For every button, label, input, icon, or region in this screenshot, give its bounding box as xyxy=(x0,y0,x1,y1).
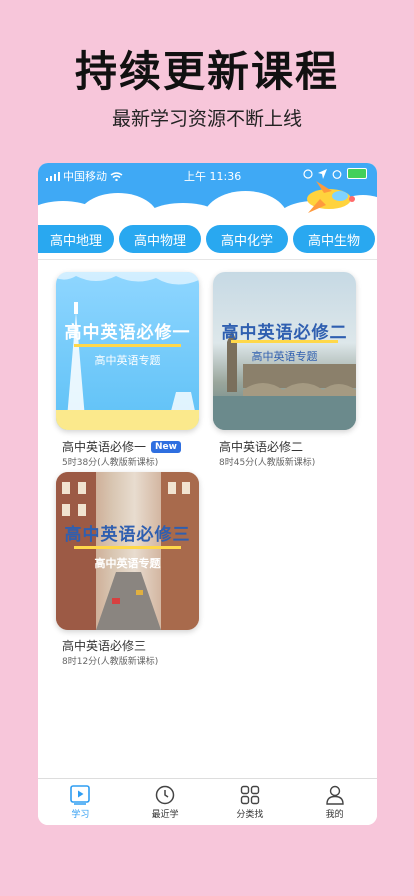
nav-study[interactable]: 学习 xyxy=(38,779,123,825)
bottom-nav: 学习 最近学 分类找 我的 xyxy=(38,778,377,825)
clock-icon xyxy=(155,785,175,805)
cover-title-3: 高中英语必修三 xyxy=(64,525,191,545)
tab-geography[interactable]: 高中地理 xyxy=(38,225,114,253)
person-icon xyxy=(325,785,344,805)
carrier-name: 中国移动 xyxy=(63,170,107,183)
nav-recent-label: 最近学 xyxy=(151,810,179,820)
course-card-3[interactable]: 高中英语必修三 高中英语专题 xyxy=(56,472,201,630)
course-title-3: 高中英语必修三 xyxy=(62,639,147,653)
tab-chemistry[interactable]: 高中化学 xyxy=(206,225,288,253)
course-title-text-1: 高中英语必修一 xyxy=(62,440,147,454)
tab-biology[interactable]: 高中生物 xyxy=(293,225,375,253)
new-badge: New xyxy=(151,440,181,453)
cover-underline-3 xyxy=(74,546,181,549)
tab-physics[interactable]: 高中物理 xyxy=(119,225,201,253)
eiffel-tower-illustration xyxy=(56,272,199,430)
nav-profile-label: 我的 xyxy=(325,810,344,820)
promo-subline: 最新学习资源不断上线 xyxy=(111,108,302,130)
course-cover-1[interactable]: 高中英语必修一 高中英语专题 xyxy=(56,272,199,430)
nav-profile[interactable]: 我的 xyxy=(292,779,377,825)
wifi-icon xyxy=(110,171,123,181)
signal-icon xyxy=(46,171,60,181)
course-meta-1: 5时38分(人教版新课标) xyxy=(62,458,159,468)
course-title-1: 高中英语必修一 New xyxy=(62,438,181,455)
phone-screen: 中国移动 上午 11:36 高中地理 高中物理 高中化学 高中生物 高中英语必修… xyxy=(38,163,377,825)
status-time: 上午 11:36 xyxy=(184,170,242,183)
category-tabs: 高中地理 高中物理 高中化学 高中生物 xyxy=(38,225,377,255)
course-meta-3: 8时12分(人教版新课标) xyxy=(62,657,159,667)
cover-underline-2 xyxy=(231,340,338,343)
carrier-group: 中国移动 xyxy=(46,168,123,184)
course-title-2: 高中英语必修二 xyxy=(219,440,304,454)
course-meta-2: 8时45分(人教版新课标) xyxy=(219,458,316,468)
cover-title-1: 高中英语必修一 xyxy=(64,323,191,343)
nav-category[interactable]: 分类找 xyxy=(208,779,293,825)
course-cover-3[interactable]: 高中英语必修三 高中英语专题 xyxy=(56,472,199,630)
airplane-icon xyxy=(307,181,355,213)
course-cover-2[interactable]: 高中英语必修二 高中英语专题 xyxy=(213,272,356,430)
street-illustration xyxy=(56,472,199,630)
nav-category-label: 分类找 xyxy=(236,810,264,820)
cover-subtitle-3: 高中英语专题 xyxy=(94,557,161,570)
cover-underline-1 xyxy=(74,344,181,347)
cover-subtitle-1: 高中英语专题 xyxy=(94,354,161,367)
play-icon xyxy=(70,785,91,805)
promo-headline: 持续更新课程 xyxy=(74,47,339,96)
nav-recent[interactable]: 最近学 xyxy=(123,779,208,825)
grid-icon xyxy=(240,785,260,805)
course-card-1[interactable]: 高中英语必修一 高中英语专题 xyxy=(56,272,201,430)
cover-subtitle-2: 高中英语专题 xyxy=(251,350,318,363)
course-card-2[interactable]: 高中英语必修二 高中英语专题 xyxy=(213,272,358,430)
tabs-divider xyxy=(38,259,377,260)
nav-study-label: 学习 xyxy=(71,810,90,820)
